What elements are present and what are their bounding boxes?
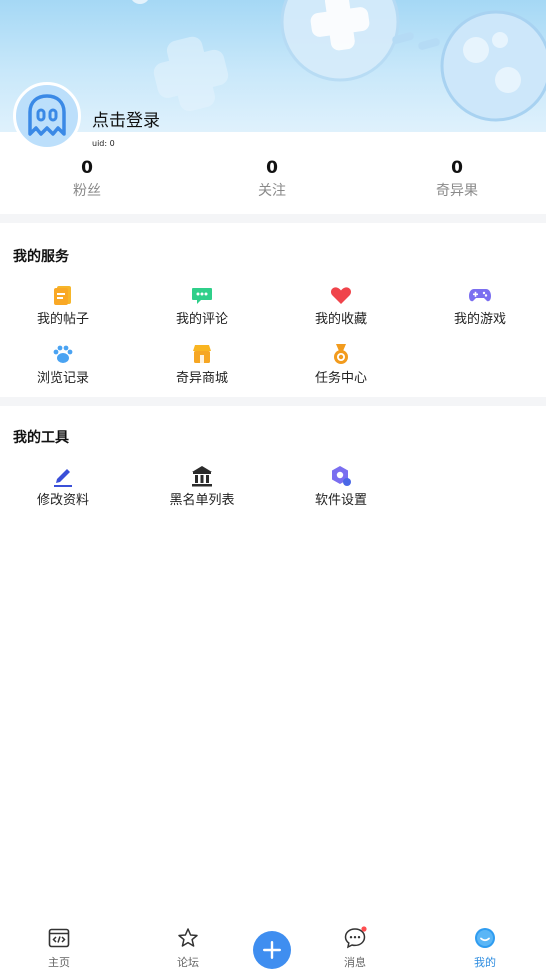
tab-label: 论坛: [177, 956, 199, 969]
tool-label: 软件设置: [314, 493, 367, 508]
tab-label: 我的: [474, 956, 496, 969]
notification-dot: [361, 926, 367, 932]
profile-header-banner: [0, 0, 546, 132]
section-divider: [0, 397, 546, 406]
stat-kiwi[interactable]: 0 奇异果: [397, 156, 517, 202]
tab-messages[interactable]: 消息: [325, 926, 385, 970]
service-label: 我的帖子: [36, 312, 89, 327]
tools-section-title: 我的工具: [13, 430, 69, 446]
login-link[interactable]: 点击登录: [92, 106, 160, 131]
gamepad-icon: [469, 289, 491, 302]
service-my-comments[interactable]: 我的评论: [152, 283, 252, 329]
plus-icon: [263, 941, 281, 959]
stat-followers[interactable]: 0 粉丝: [27, 156, 147, 202]
stat-value: 0: [451, 158, 463, 178]
tab-label: 消息: [344, 956, 366, 969]
service-my-posts[interactable]: 我的帖子: [13, 283, 113, 329]
stat-value: 0: [266, 158, 278, 178]
service-store[interactable]: 奇异商城: [152, 342, 252, 388]
settings-icon: [332, 466, 351, 486]
paw-icon: [53, 345, 73, 363]
tab-home[interactable]: 主页: [29, 926, 89, 970]
section-divider: [0, 214, 546, 223]
chat-bubble-icon: [344, 926, 367, 949]
stat-label: 粉丝: [73, 183, 101, 199]
service-history[interactable]: 浏览记录: [13, 342, 113, 388]
comment-icon: [192, 288, 212, 304]
tool-blacklist[interactable]: 黑名单列表: [152, 464, 252, 510]
service-label: 浏览记录: [36, 371, 89, 386]
service-my-favorites[interactable]: 我的收藏: [291, 283, 391, 329]
stat-following[interactable]: 0 关注: [212, 156, 332, 202]
services-section-title: 我的服务: [13, 249, 69, 265]
controller-background-illustration: [132, 0, 546, 122]
service-label: 我的游戏: [453, 312, 506, 327]
stat-value: 0: [81, 158, 93, 178]
store-icon: [193, 345, 211, 363]
service-label: 任务中心: [314, 371, 367, 386]
heart-icon: [330, 287, 352, 304]
star-icon: [178, 928, 198, 947]
tab-forum[interactable]: 论坛: [158, 926, 218, 970]
blacklist-icon: [192, 466, 212, 487]
code-window-icon: [48, 928, 70, 948]
tool-edit-profile[interactable]: 修改资料: [13, 464, 113, 510]
service-label: 奇异商城: [175, 371, 228, 386]
medal-icon: [334, 344, 348, 364]
profile-face-icon: [475, 928, 495, 948]
service-label: 我的收藏: [314, 312, 367, 327]
profile-stats: 0 粉丝 0 关注 0 奇异果: [0, 156, 546, 206]
tool-app-settings[interactable]: 软件设置: [291, 464, 391, 510]
uid-label: uid: 0: [92, 139, 115, 148]
service-label: 我的评论: [175, 312, 228, 327]
edit-icon: [54, 469, 72, 487]
avatar[interactable]: [13, 82, 81, 150]
tool-label: 修改资料: [36, 493, 89, 508]
tab-label: 主页: [48, 956, 70, 969]
tool-label: 黑名单列表: [169, 493, 235, 508]
ghost-avatar-icon: [28, 94, 66, 136]
document-icon: [54, 286, 71, 305]
stat-label: 关注: [258, 183, 286, 199]
create-post-button[interactable]: [253, 931, 291, 969]
service-my-games[interactable]: 我的游戏: [430, 283, 530, 329]
service-task-center[interactable]: 任务中心: [291, 342, 391, 388]
tab-mine[interactable]: 我的: [455, 926, 515, 970]
stat-label: 奇异果: [436, 183, 478, 199]
